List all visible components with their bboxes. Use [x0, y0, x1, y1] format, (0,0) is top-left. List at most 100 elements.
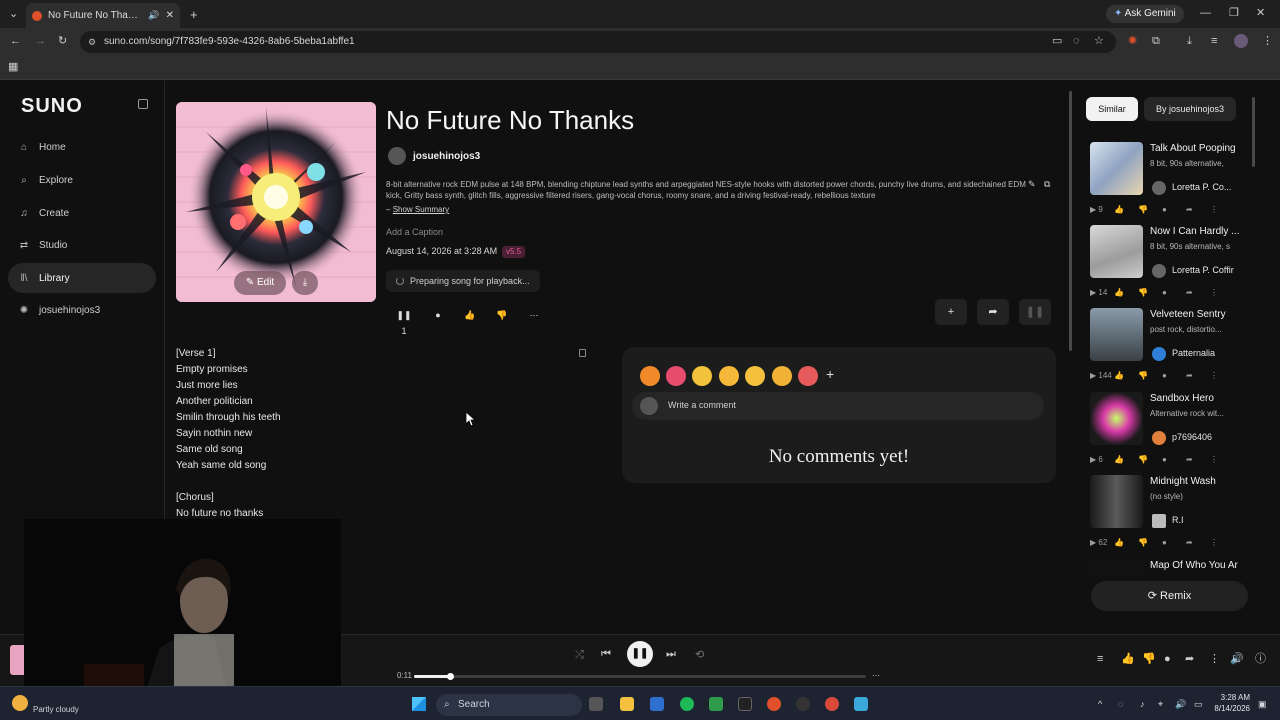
more-icon[interactable]: ⋮: [1210, 455, 1234, 464]
like-icon[interactable]: 👍: [1114, 538, 1138, 547]
share-icon[interactable]: ➦: [1186, 371, 1210, 380]
volume-icon[interactable]: 🔊: [1230, 654, 1244, 665]
comment-icon[interactable]: ●: [1162, 455, 1186, 464]
similar-song-card[interactable]: Midnight Wash (no style) R.I ▶ 62 👍 👎 ● ➦ ⋮: [1090, 475, 1254, 555]
forward-icon[interactable]: →: [35, 36, 46, 47]
similar-song-card[interactable]: Talk About Pooping 8 bit, 90s alternativ…: [1090, 142, 1254, 222]
remix-button[interactable]: ⟳ Remix: [1091, 581, 1248, 611]
mic-icon[interactable]: ♪: [1140, 699, 1145, 709]
browser-menu-icon[interactable]: ⋮: [1262, 36, 1273, 47]
eye-off-icon[interactable]: ◌: [1073, 36, 1080, 47]
extension-icon[interactable]: ✺: [1128, 36, 1137, 47]
like-icon[interactable]: 👍: [1114, 371, 1138, 380]
notifications-icon[interactable]: ▣: [1258, 699, 1267, 710]
artist-name[interactable]: josuehinojos3: [413, 151, 480, 162]
apps-grid-icon[interactable]: ▦: [8, 62, 18, 73]
sidebar-item-studio[interactable]: ⇄ Studio: [8, 230, 156, 260]
play-count-icon[interactable]: ▶ 62: [1090, 538, 1114, 547]
media-control-icon[interactable]: ≡: [1211, 36, 1217, 47]
back-icon[interactable]: ←: [10, 36, 21, 47]
more-icon[interactable]: ⋮: [1209, 654, 1220, 665]
next-track-icon[interactable]: ⏭: [666, 649, 676, 660]
share-icon[interactable]: ➦: [1186, 205, 1210, 214]
similar-song-card[interactable]: Sandbox Hero Alternative rock wit... p76…: [1090, 392, 1254, 472]
main-scrollbar[interactable]: [1069, 91, 1072, 351]
sidebar-item-profile[interactable]: ✺ josuehinojos3: [8, 295, 156, 325]
more-icon[interactable]: ⋮: [1210, 205, 1234, 214]
heart-eyes-emoji-icon[interactable]: [666, 366, 686, 386]
suno-app-icon[interactable]: [767, 697, 781, 711]
comment-icon[interactable]: ●: [1162, 371, 1186, 380]
battery-icon[interactable]: ▭: [1194, 699, 1203, 710]
share-icon[interactable]: ➦: [1186, 455, 1210, 464]
mind-blown-emoji-icon[interactable]: [798, 366, 818, 386]
show-summary-link[interactable]: – Show Summary: [386, 205, 449, 214]
more-icon[interactable]: ⋮: [1210, 371, 1234, 380]
extensions-puzzle-icon[interactable]: ⧉: [1152, 36, 1160, 47]
play-count-icon[interactable]: ▶ 6: [1090, 455, 1114, 464]
add-reaction-icon[interactable]: +: [826, 366, 834, 382]
repeat-icon[interactable]: ⟲: [695, 650, 704, 661]
bookmark-star-icon[interactable]: ☆: [1094, 36, 1104, 47]
comment-icon[interactable]: ●: [1162, 288, 1186, 297]
xbox-icon[interactable]: [709, 697, 723, 711]
taskbar-clock[interactable]: 3:28 AM 8/14/2026: [1214, 692, 1250, 714]
spotify-icon[interactable]: [680, 697, 694, 711]
play-pause-button[interactable]: ❚❚: [627, 641, 653, 667]
taskbar-search[interactable]: ⌕ Search: [436, 694, 582, 716]
seek-bar[interactable]: [414, 673, 866, 680]
comment-input[interactable]: Write a comment: [632, 392, 1044, 420]
pause-song-button[interactable]: ❚❚: [1019, 299, 1051, 325]
copy-style-icon[interactable]: ⧉: [1044, 180, 1050, 189]
tab-close-icon[interactable]: ✕: [166, 10, 174, 21]
dislike-icon[interactable]: 👎: [494, 307, 510, 323]
similar-song-card[interactable]: Velveteen Sentry post rock, distortio...…: [1090, 308, 1254, 388]
edit-style-icon[interactable]: ✎: [1028, 180, 1036, 189]
tab-similar[interactable]: Similar: [1086, 97, 1138, 121]
tab-list-icon[interactable]: ⌄: [9, 9, 18, 20]
comment-icon[interactable]: ●: [1162, 538, 1186, 547]
share-button[interactable]: ➦: [977, 299, 1009, 325]
rail-scrollbar[interactable]: [1252, 97, 1255, 167]
play-count-button[interactable]: ❚❚ 1: [394, 307, 414, 336]
fire-emoji-icon[interactable]: [640, 366, 660, 386]
maximize-icon[interactable]: ❐: [1229, 8, 1239, 19]
shocked-emoji-icon[interactable]: [692, 366, 712, 386]
like-icon[interactable]: 👍: [462, 307, 478, 323]
queue-icon[interactable]: ≡: [1097, 654, 1103, 665]
store-icon[interactable]: [650, 697, 664, 711]
minimize-icon[interactable]: —: [1200, 8, 1211, 19]
play-count-icon[interactable]: ▶ 144: [1090, 371, 1114, 380]
dislike-icon[interactable]: 👎: [1138, 288, 1162, 297]
play-count-icon[interactable]: ▶ 14: [1090, 288, 1114, 297]
browser-tab[interactable]: No Future No Thanks by jos 🔊 ✕: [26, 3, 180, 28]
share-icon[interactable]: ➦: [1186, 538, 1210, 547]
comment-icon[interactable]: ●: [1162, 205, 1186, 214]
edit-cover-button[interactable]: ✎ Edit: [234, 271, 286, 295]
artist-avatar[interactable]: [388, 147, 406, 165]
dislike-icon[interactable]: 👎: [1138, 371, 1162, 380]
similar-song-card[interactable]: Now I Can Hardly ... 8 bit, 90s alternat…: [1090, 225, 1254, 305]
info-icon[interactable]: ⓘ: [1255, 654, 1266, 665]
notepad-icon[interactable]: [854, 697, 868, 711]
profile-avatar[interactable]: [1234, 34, 1248, 48]
share-icon[interactable]: ➦: [1186, 288, 1210, 297]
tab-by-artist[interactable]: By josuehinojos3: [1144, 97, 1236, 121]
speaker-icon[interactable]: 🔊: [1175, 699, 1186, 710]
add-caption-field[interactable]: Add a Caption: [386, 227, 443, 237]
sidebar-item-library[interactable]: ‖\ Library: [8, 263, 156, 293]
weather-icon[interactable]: [12, 695, 28, 711]
add-to-playlist-button[interactable]: +: [935, 299, 967, 325]
reload-icon[interactable]: ↻: [58, 36, 67, 47]
windows-start-icon[interactable]: [412, 697, 426, 711]
chrome-icon[interactable]: [825, 697, 839, 711]
copy-lyrics-icon[interactable]: [579, 349, 586, 357]
sidebar-item-explore[interactable]: ⌕ Explore: [8, 165, 156, 195]
obs-icon[interactable]: [796, 697, 810, 711]
more-icon[interactable]: ⋮: [1210, 288, 1234, 297]
dislike-icon[interactable]: 👎: [1142, 654, 1156, 665]
similar-song-card[interactable]: Map Of Who You Ar: [1090, 559, 1254, 579]
site-info-icon[interactable]: ⚙: [88, 31, 96, 53]
cast-icon[interactable]: ▭: [1052, 36, 1062, 47]
like-icon[interactable]: 👍: [1114, 205, 1138, 214]
